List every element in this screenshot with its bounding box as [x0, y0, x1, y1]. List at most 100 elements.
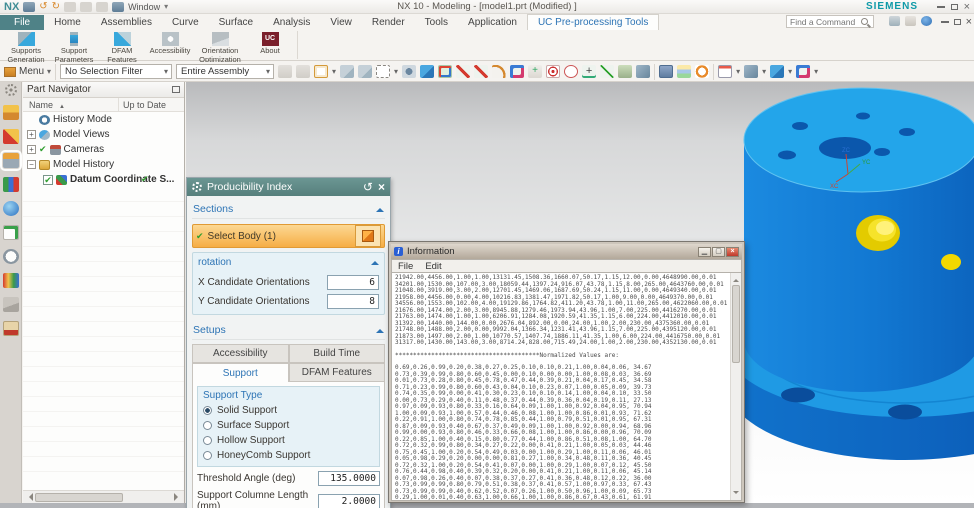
refresh-icon[interactable]: [695, 65, 710, 78]
radio-icon[interactable]: [203, 421, 212, 430]
view-orient-dropdown-icon[interactable]: ▾: [788, 67, 792, 76]
arc-center-icon[interactable]: [546, 65, 561, 78]
cut-icon[interactable]: [64, 1, 77, 12]
radio-hollow-support[interactable]: Hollow Support: [203, 435, 374, 446]
accessibility-button[interactable]: Accessibility: [146, 31, 194, 56]
point-set-icon[interactable]: [510, 65, 525, 78]
about-button[interactable]: UC About: [246, 31, 294, 56]
setups-header[interactable]: Setups: [192, 320, 385, 340]
scroll-up-icon[interactable]: [733, 276, 739, 282]
support-parameters-button[interactable]: Support Parameters: [50, 31, 98, 64]
select-mode-dropdown-icon[interactable]: ▾: [394, 67, 398, 76]
column-name[interactable]: Name ▲: [23, 100, 118, 110]
tab-accessibility[interactable]: Accessibility: [192, 344, 289, 363]
threshold-angle-input[interactable]: [318, 471, 380, 486]
part-navigator-icon[interactable]: [0, 150, 22, 171]
roles-icon[interactable]: [2, 321, 19, 336]
tree-row-history-mode[interactable]: History Mode: [23, 112, 184, 127]
radio-icon[interactable]: [203, 436, 212, 445]
scroll-right-icon[interactable]: [174, 493, 182, 501]
render-style-dropdown-icon[interactable]: ▾: [762, 67, 766, 76]
selection-scope-combo[interactable]: Entire Assembly ▾: [176, 64, 275, 79]
touch-panel-icon[interactable]: [2, 297, 19, 312]
dialog-titlebar[interactable]: Producibility Index ↺ ×: [187, 178, 390, 196]
rectangle-select-icon[interactable]: [376, 65, 391, 78]
dialog-reset-icon[interactable]: ↺: [363, 181, 373, 193]
info-minimize-button[interactable]: ▁: [698, 246, 711, 257]
tab-file[interactable]: File: [0, 15, 45, 30]
tree-row-datum-csys[interactable]: ✔ Datum Coordinate S... ✔: [23, 172, 184, 187]
constraint-navigator-icon[interactable]: [2, 129, 19, 144]
tab-view[interactable]: View: [320, 15, 362, 30]
part-navigator-hscrollbar[interactable]: [23, 490, 184, 503]
tab-assemblies[interactable]: Assemblies: [91, 15, 162, 30]
tab-tools[interactable]: Tools: [415, 15, 458, 30]
expand-icon[interactable]: +: [27, 130, 36, 139]
information-titlebar[interactable]: i Information ▁ ▢ ×: [391, 244, 742, 259]
selection-filter-combo[interactable]: No Selection Filter ▾: [60, 64, 173, 79]
window-icon[interactable]: [112, 1, 125, 12]
column-up-to-date[interactable]: Up to Date: [118, 98, 166, 111]
vscroll-thumb[interactable]: [732, 285, 740, 363]
resource-gear-icon[interactable]: [4, 84, 17, 96]
infer-line-icon[interactable]: [474, 65, 489, 78]
touch-explore-icon[interactable]: [278, 65, 293, 78]
find-command-box[interactable]: [786, 15, 874, 28]
plus-point-icon[interactable]: +: [582, 65, 597, 78]
minimize-ribbon-icon[interactable]: [905, 16, 916, 26]
menu-button[interactable]: Menu ▾: [4, 66, 51, 77]
collapse-icon[interactable]: −: [27, 160, 36, 169]
tab-build-time[interactable]: Build Time: [288, 344, 385, 363]
info-close-button[interactable]: ×: [726, 246, 739, 257]
supports-generation-button[interactable]: Supports Generation: [2, 31, 50, 64]
save-icon[interactable]: [23, 1, 36, 12]
copy-icon[interactable]: [80, 1, 93, 12]
close-button[interactable]: ×: [964, 1, 970, 13]
layer-settings-icon[interactable]: [677, 65, 692, 78]
tab-surface[interactable]: Surface: [209, 15, 263, 30]
select-arrow-icon[interactable]: [340, 65, 355, 78]
tab-curve[interactable]: Curve: [162, 15, 209, 30]
point-constructor-icon[interactable]: [438, 65, 453, 78]
tree-row-cameras[interactable]: + ✔ Cameras: [23, 142, 184, 157]
circle-icon[interactable]: [564, 65, 579, 78]
expand-icon[interactable]: +: [27, 145, 36, 154]
scroll-left-icon[interactable]: [25, 493, 33, 501]
tab-home[interactable]: Home: [44, 15, 91, 30]
checkbox-checked-icon[interactable]: ✔: [43, 174, 53, 185]
tree-row-model-history[interactable]: − Model History: [23, 157, 184, 172]
system-materials-icon[interactable]: [2, 273, 19, 288]
tab-uc-preprocessing-tools[interactable]: UC Pre-processing Tools: [526, 14, 660, 30]
restore-button[interactable]: [950, 3, 958, 10]
body-cube-button[interactable]: [355, 225, 381, 247]
select-handles-icon[interactable]: [296, 65, 311, 78]
doc-close-button[interactable]: ×: [966, 16, 972, 28]
window-cascade-icon[interactable]: [659, 65, 674, 78]
body-rule-icon[interactable]: [636, 65, 651, 78]
doc-minimize-button[interactable]: [940, 21, 949, 23]
undock-icon[interactable]: [172, 86, 180, 93]
touch-mode-icon[interactable]: [889, 16, 900, 26]
selection-scope-dropdown-icon[interactable]: ▾: [263, 67, 273, 76]
spline-icon[interactable]: [492, 65, 507, 78]
radio-selected-icon[interactable]: [203, 406, 212, 415]
y-orientations-input[interactable]: [327, 294, 379, 309]
support-column-length-input[interactable]: [318, 493, 380, 508]
grid-dropdown-icon[interactable]: ▾: [736, 67, 740, 76]
information-vscrollbar[interactable]: [730, 273, 741, 500]
information-content[interactable]: 21942.00,4456.00,1.00,1.00,13131.45,1508…: [391, 272, 742, 501]
effects-dropdown-icon[interactable]: ▾: [814, 67, 818, 76]
window-menu-button[interactable]: Window: [128, 2, 160, 12]
tab-dfam-features[interactable]: DFAM Features: [288, 363, 385, 382]
radio-surface-support[interactable]: Surface Support: [203, 420, 374, 431]
web-browser-icon[interactable]: [2, 201, 19, 216]
lasso-icon[interactable]: [358, 65, 373, 78]
redo-icon[interactable]: ↻: [52, 1, 60, 12]
slash-line-icon[interactable]: [600, 65, 615, 78]
show-hide-icon[interactable]: [402, 65, 417, 78]
minimize-button[interactable]: [936, 5, 945, 8]
view-orient-icon[interactable]: [770, 65, 785, 78]
tab-render[interactable]: Render: [362, 15, 415, 30]
info-maximize-button[interactable]: ▢: [712, 246, 725, 257]
tab-analysis[interactable]: Analysis: [263, 15, 320, 30]
